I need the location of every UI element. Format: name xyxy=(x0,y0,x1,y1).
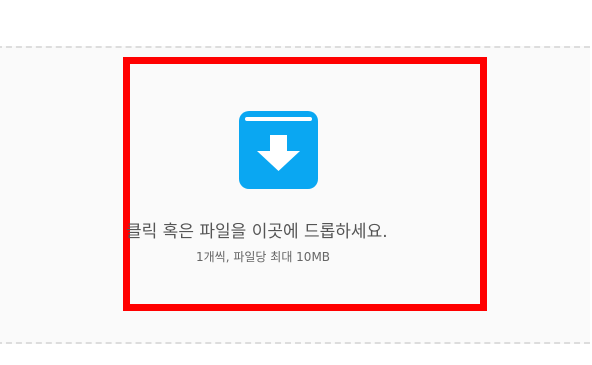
download-box-icon[interactable] xyxy=(239,111,318,189)
upload-instruction: 클릭 혹은 파일을 이곳에 드롭하세요. xyxy=(126,222,388,242)
upload-limit-note: 1개씩, 파일당 최대 10MB xyxy=(196,250,331,264)
